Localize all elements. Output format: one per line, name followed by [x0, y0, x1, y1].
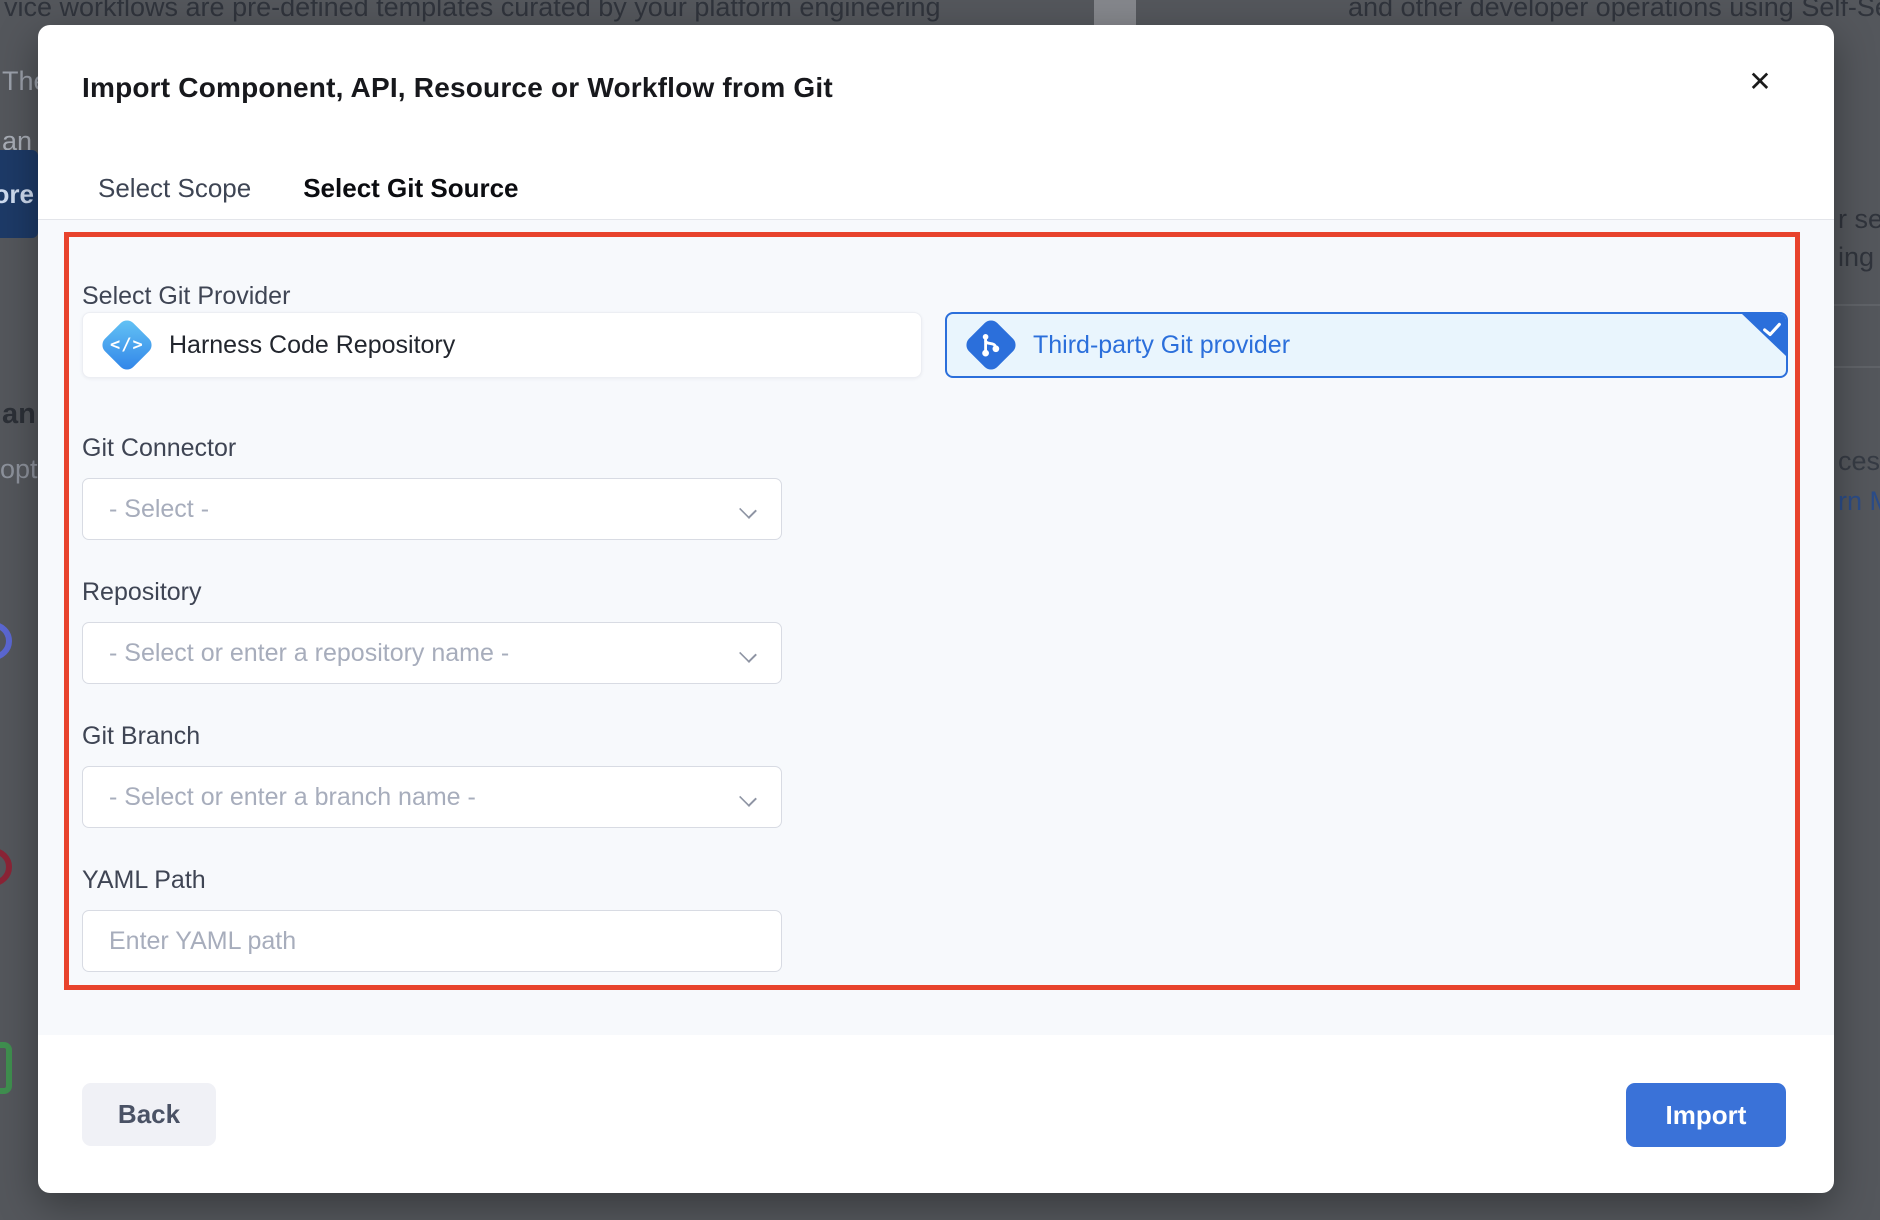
repository-select[interactable]: - Select or enter a repository name -	[82, 622, 782, 684]
git-branch-select[interactable]: - Select or enter a branch name -	[82, 766, 782, 828]
background-text-fragment: vice workflows are pre-defined templates…	[4, 0, 940, 23]
dimmed-background-top: vice workflows are pre-defined templates…	[0, 0, 1880, 26]
import-from-git-dialog: Import Component, API, Resource or Workf…	[38, 25, 1834, 1193]
background-panel-gap	[1094, 0, 1136, 26]
yaml-path-field	[82, 910, 782, 972]
yaml-path-label: YAML Path	[82, 866, 206, 895]
chevron-down-icon	[739, 789, 757, 807]
background-text-fragment: and other developer operations using Sel…	[1348, 0, 1880, 23]
provider-option-label: Harness Code Repository	[169, 331, 455, 360]
yaml-path-input[interactable]	[109, 927, 755, 956]
background-icon-fragment-blue	[0, 622, 12, 660]
git-branch-placeholder: - Select or enter a branch name -	[109, 783, 476, 812]
git-provider-label: Select Git Provider	[82, 282, 290, 311]
provider-option-third-party[interactable]: Third-party Git provider	[945, 312, 1788, 378]
background-icon-fragment-green	[0, 1042, 12, 1094]
dimmed-background-right: r sel ing t ces, rn M	[1834, 26, 1880, 1220]
background-button-text: ore	[0, 179, 34, 210]
background-divider-fragment	[1834, 366, 1880, 368]
git-connector-select[interactable]: - Select -	[82, 478, 782, 540]
background-icon-fragment-red	[0, 848, 12, 886]
git-branch-label: Git Branch	[82, 722, 200, 751]
background-link-fragment: rn M	[1838, 486, 1880, 517]
repository-label: Repository	[82, 578, 202, 607]
tab-label: Select Git Source	[303, 173, 518, 203]
chevron-down-icon	[739, 645, 757, 663]
background-text-fragment: ces,	[1838, 446, 1880, 477]
close-icon[interactable]: ✕	[1738, 59, 1782, 103]
background-text-fragment: The	[2, 66, 38, 97]
background-divider-fragment	[1834, 304, 1880, 306]
background-text-fragment: r sel	[1838, 204, 1880, 235]
provider-option-label: Third-party Git provider	[1033, 331, 1290, 360]
git-connector-label: Git Connector	[82, 434, 236, 463]
git-connector-placeholder: - Select -	[109, 495, 209, 524]
git-branch-icon	[963, 317, 1020, 374]
code-glyph: </>	[110, 335, 144, 355]
chevron-down-icon	[739, 501, 757, 519]
repository-placeholder: - Select or enter a repository name -	[109, 639, 509, 668]
background-button-fragment: ore	[0, 150, 38, 238]
background-text-fragment: opt	[0, 454, 38, 485]
selected-check-badge	[1741, 313, 1787, 357]
check-icon	[1761, 318, 1783, 340]
code-repo-icon: </>	[99, 317, 156, 374]
dialog-title: Import Component, API, Resource or Workf…	[82, 72, 833, 104]
tab-label: Select Scope	[98, 173, 251, 203]
background-text-fragment: ing t	[1838, 242, 1880, 273]
dimmed-background-left: The an ore an opt	[0, 26, 38, 1220]
background-text-fragment: an	[2, 398, 36, 431]
provider-option-harness-code[interactable]: </> Harness Code Repository	[82, 312, 922, 378]
